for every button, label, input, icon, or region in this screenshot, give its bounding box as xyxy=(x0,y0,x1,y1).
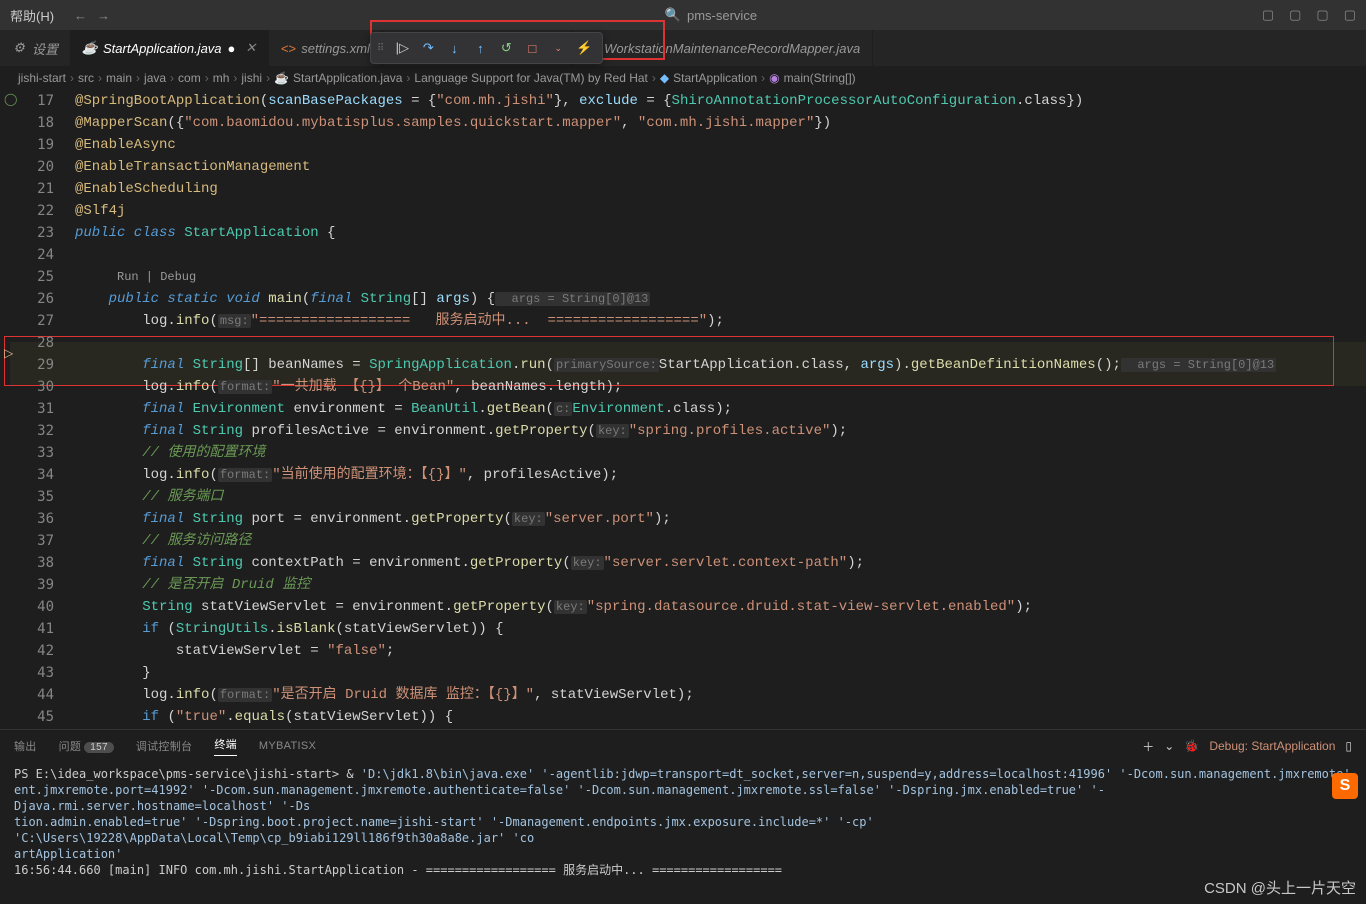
problems-count: 157 xyxy=(84,742,114,753)
terminal-output[interactable]: PS E:\idea_workspace\pms-service\jishi-s… xyxy=(0,762,1366,882)
tab-label: 设置 xyxy=(32,39,58,58)
breadcrumb[interactable]: jishi-start› src› main› java› com› mh› j… xyxy=(0,66,1366,90)
layout-icon[interactable]: ▢ xyxy=(1316,7,1328,23)
new-terminal-button[interactable]: ＋ xyxy=(1142,738,1154,755)
line-numbers: 1718192021222324252627282930313233343536… xyxy=(22,90,68,728)
debug-toolbar[interactable]: ⠿ |▷ ↷ ↓ ↑ ↺ □ ⌄ ⚡ xyxy=(370,32,603,64)
continue-button[interactable]: |▷ xyxy=(390,36,414,60)
restart-button[interactable]: ↺ xyxy=(494,36,518,60)
run-gutter-icon[interactable]: ◯ xyxy=(4,92,17,106)
layout-icon[interactable]: ▢ xyxy=(1262,7,1274,23)
stop-button[interactable]: □ xyxy=(520,36,544,60)
grip-icon[interactable]: ⠿ xyxy=(377,43,384,54)
title-bar: 帮助(H) ← → 🔍 pms-service ▢ ▢ ▢ ▢ xyxy=(0,0,1366,30)
layout-icon[interactable]: ▢ xyxy=(1289,7,1301,23)
tab-settings[interactable]: ⚙ 设置 xyxy=(0,30,71,66)
tab-mybatisx[interactable]: MYBATISX xyxy=(259,740,316,752)
close-icon[interactable]: ✕ xyxy=(245,40,256,56)
term-line: artApplication' xyxy=(14,846,1352,862)
code-editor[interactable]: ◯ ▷ 171819202122232425262728293031323334… xyxy=(0,90,1366,730)
crumb[interactable]: jishi-start xyxy=(18,71,66,85)
term-line: 'D:\jdk1.8\bin\java.exe' '-agentlib:jdwp… xyxy=(361,767,1351,781)
nav-arrows: ← → xyxy=(74,8,110,23)
tab-startapplication[interactable]: ☕ StartApplication.java ● ✕ xyxy=(71,30,269,66)
step-out-button[interactable]: ↑ xyxy=(468,36,492,60)
project-title: pms-service xyxy=(687,8,757,23)
nav-fwd-icon[interactable]: → xyxy=(97,8,110,23)
step-over-button[interactable]: ↷ xyxy=(416,36,440,60)
term-line: 16:56:44.660 [main] INFO com.mh.jishi.St… xyxy=(14,862,1352,878)
crumb[interactable]: src xyxy=(78,71,94,85)
term-line: PS E:\idea_workspace\pms-service\jishi-s… xyxy=(14,767,361,781)
crumb[interactable]: jishi xyxy=(241,71,262,85)
editor-tabs: ⚙ 设置 ☕ StartApplication.java ● ✕ <> settings.… xyxy=(0,30,1366,66)
dropdown-icon[interactable]: ⌄ xyxy=(546,36,570,60)
crumb[interactable]: java xyxy=(144,71,166,85)
tab-label: 问题 xyxy=(59,741,82,753)
bug-icon: 🐞 xyxy=(1184,739,1199,753)
crumb[interactable]: mh xyxy=(213,71,230,85)
layout-icon[interactable]: ▢ xyxy=(1344,7,1356,23)
java-icon: ☕ xyxy=(274,71,289,85)
watermark: CSDN @头上一片天空 xyxy=(1204,877,1356,898)
dirty-icon: ● xyxy=(228,41,236,56)
panel-tabs: 输出 问题157 调试控制台 终端 MYBATISX ＋ ⌄ 🐞 Debug: … xyxy=(0,730,1366,762)
sogou-ime-icon[interactable]: S xyxy=(1332,773,1358,799)
tab-settingsxml[interactable]: <> settings.xml xyxy=(269,30,383,66)
class-icon: ◆ xyxy=(660,71,669,85)
search-icon: 🔍 xyxy=(665,7,681,23)
layout-controls: ▢ ▢ ▢ ▢ xyxy=(1262,7,1356,23)
panel-actions: ＋ ⌄ 🐞 Debug: StartApplication ▯ xyxy=(1142,738,1352,755)
tab-label: settings.xml xyxy=(301,41,370,56)
method-icon: ◉ xyxy=(769,71,779,85)
tab-debug-console[interactable]: 调试控制台 xyxy=(136,738,193,754)
java-icon: ☕ xyxy=(83,41,97,55)
gear-icon: ⚙ xyxy=(12,41,26,55)
hot-reload-button[interactable]: ⚡ xyxy=(572,36,596,60)
crumb[interactable]: Language Support for Java(TM) by Red Hat xyxy=(414,71,647,85)
tab-label: StartApplication.java xyxy=(103,41,222,56)
crumb[interactable]: main xyxy=(106,71,132,85)
tab-label: WorkstationMaintenanceRecordMapper.java xyxy=(604,41,860,56)
crumb[interactable]: main(String[]) xyxy=(784,71,856,85)
tab-workstation[interactable]: ☕WorkstationMaintenanceRecordMapper.java xyxy=(572,30,873,66)
tab-problems[interactable]: 问题157 xyxy=(59,738,114,754)
term-line: ent.jmxremote.port=41992' '-Dcom.sun.man… xyxy=(14,782,1352,814)
xml-icon: <> xyxy=(281,41,295,55)
term-line: tion.admin.enabled=true' '-Dspring.boot.… xyxy=(14,814,1352,846)
debug-session-label[interactable]: Debug: StartApplication xyxy=(1209,739,1335,753)
crumb[interactable]: com xyxy=(178,71,201,85)
code-area[interactable]: @SpringBootApplication(scanBasePackages … xyxy=(75,90,1366,730)
tab-terminal[interactable]: 终端 xyxy=(214,736,237,756)
command-center[interactable]: 🔍 pms-service xyxy=(160,7,1262,23)
tab-output[interactable]: 输出 xyxy=(14,738,37,754)
menu-help[interactable]: 帮助(H) xyxy=(10,6,54,25)
split-icon[interactable]: ▯ xyxy=(1345,739,1352,753)
nav-back-icon[interactable]: ← xyxy=(74,8,87,23)
crumb[interactable]: StartApplication xyxy=(673,71,757,85)
breakpoint-icon[interactable]: ▷ xyxy=(4,346,13,360)
bottom-panel: 输出 问题157 调试控制台 终端 MYBATISX ＋ ⌄ 🐞 Debug: … xyxy=(0,729,1366,879)
crumb[interactable]: StartApplication.java xyxy=(293,71,402,85)
step-into-button[interactable]: ↓ xyxy=(442,36,466,60)
dropdown-icon[interactable]: ⌄ xyxy=(1164,739,1174,753)
